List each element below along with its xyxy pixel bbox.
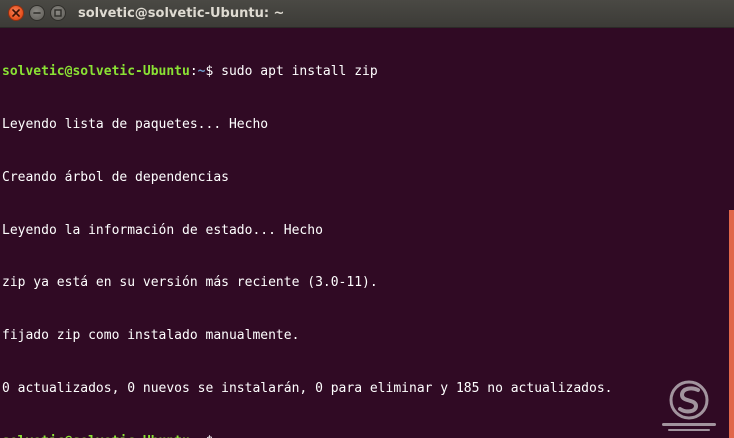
window-title: solvetic@solvetic-Ubuntu: ~ [78,6,285,21]
terminal-output-line: Creando árbol de dependencias [2,169,229,185]
terminal-line-command: solvetic@solvetic-Ubuntu:~$ sudo apt ins… [2,63,729,81]
solvetic-logo-icon [648,378,730,436]
terminal-window: solvetic@solvetic-Ubuntu: ~ solvetic@sol… [0,0,734,438]
maximize-button[interactable] [50,5,66,21]
prompt-separator: : [190,434,198,438]
window-titlebar[interactable]: solvetic@solvetic-Ubuntu: ~ [0,0,734,28]
prompt-user-host: solvetic@solvetic-Ubuntu [2,434,190,438]
prompt-separator: : [189,64,198,80]
prompt-path: ~ [197,64,206,80]
prompt-path: ~ [198,434,206,438]
close-icon [12,9,20,17]
terminal-output-line: Leyendo lista de paquetes... Hecho [2,116,269,132]
prompt-symbol: $ [206,434,214,438]
minimize-button[interactable] [29,5,45,21]
close-button[interactable] [8,5,24,21]
terminal-content[interactable]: solvetic@solvetic-Ubuntu:~$ sudo apt ins… [0,28,729,438]
terminal-cursor [213,433,221,438]
watermark-mark [662,380,716,431]
prompt-user-host: solvetic@solvetic-Ubuntu [2,64,190,80]
terminal-output-line: 0 actualizados, 0 nuevos se instalarán, … [2,380,613,396]
minimize-icon [33,12,41,14]
terminal-line-prompt: solvetic@solvetic-Ubuntu:~$ [2,433,729,438]
maximize-icon [54,9,62,17]
terminal-output-line: zip ya está en su versión más reciente (… [2,275,378,291]
terminal-output-line: Leyendo la información de estado... Hech… [2,222,323,238]
terminal-output-line: fijado zip como instalado manualmente. [2,328,300,344]
command-text: sudo apt install zip [213,64,378,80]
